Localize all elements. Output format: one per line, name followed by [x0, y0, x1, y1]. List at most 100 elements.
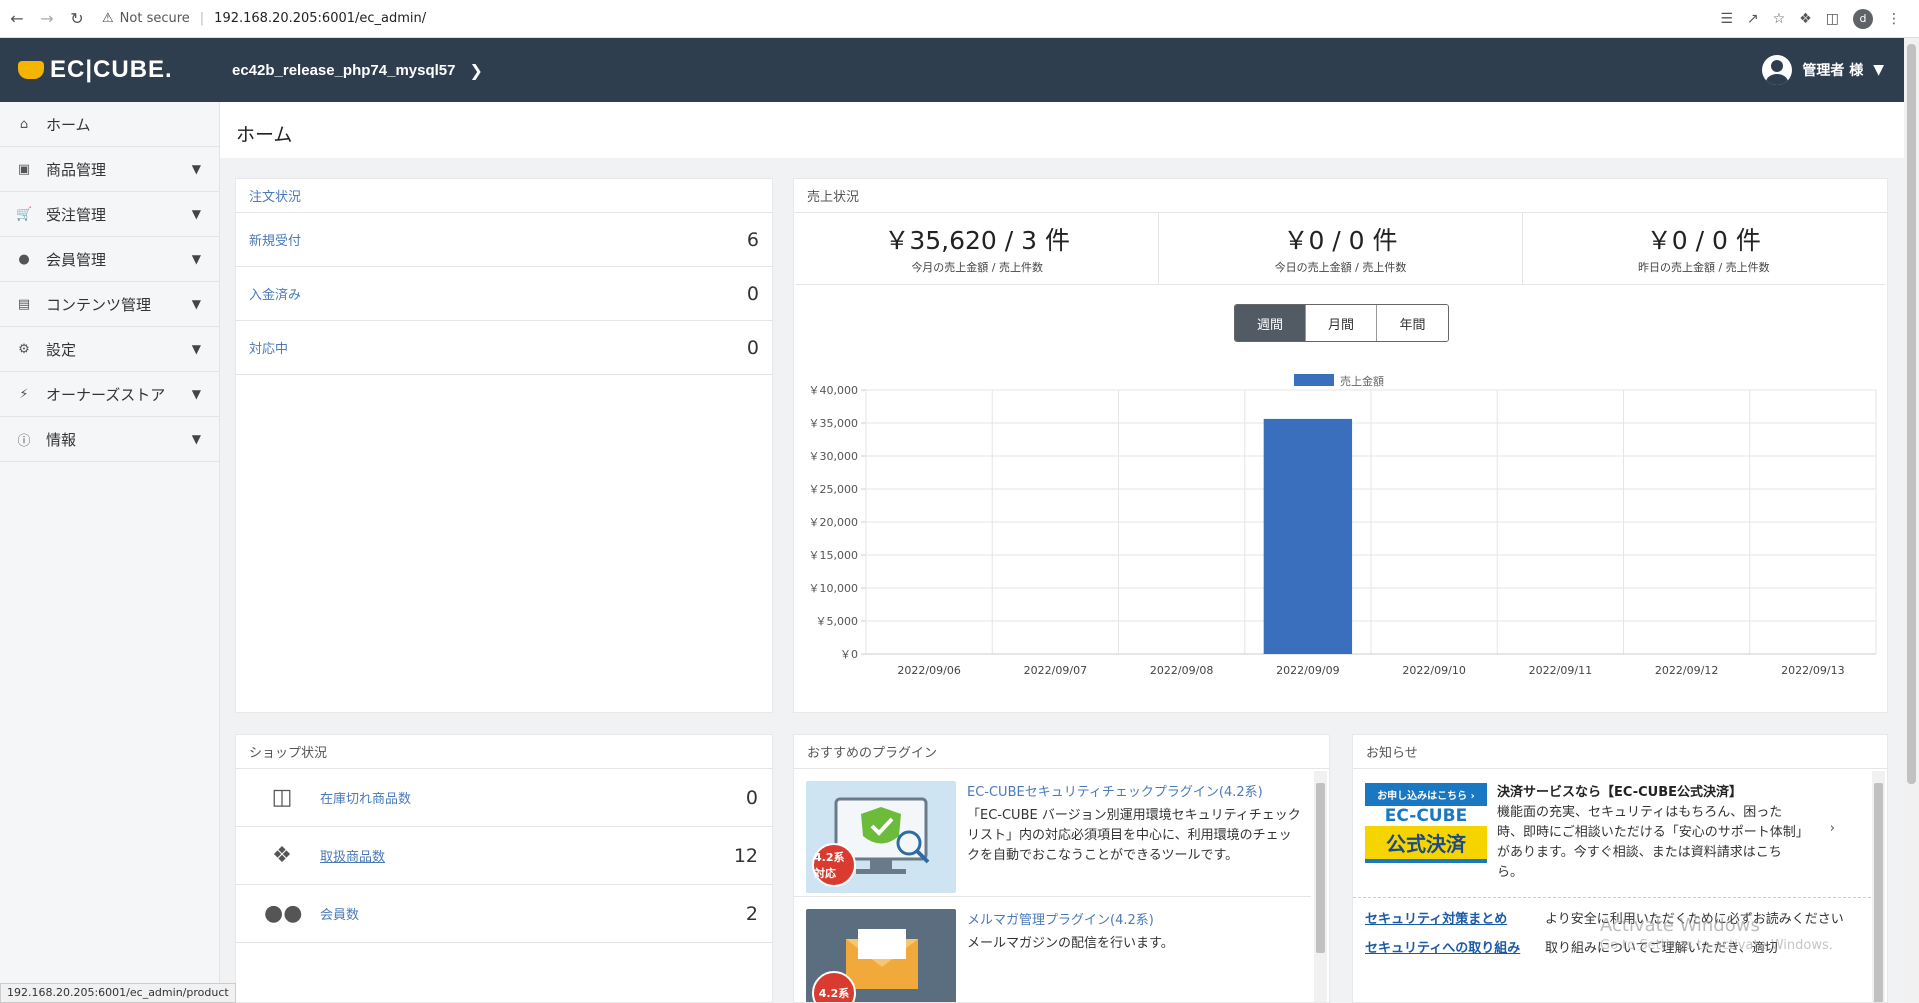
- forward-icon[interactable]: →: [34, 6, 60, 32]
- sidebar-item-owners-store[interactable]: ⚡ オーナーズストア ▼: [0, 372, 219, 417]
- sales-status-title: 売上状況: [794, 179, 1887, 213]
- order-row-in-progress[interactable]: 対応中 0: [236, 321, 772, 375]
- plugins-title: おすすめのプラグイン: [794, 735, 1329, 769]
- plug-icon: ⚡: [19, 386, 29, 402]
- period-toggle: 週間 月間 年間: [1234, 304, 1449, 342]
- plugin-desc: メールマガジンの配信を行います。: [967, 936, 1174, 951]
- home-icon: ⌂: [19, 116, 29, 132]
- users-icon: ●: [18, 251, 30, 267]
- news-link[interactable]: セキュリティへの取り組み: [1365, 937, 1545, 956]
- order-status-card: 注文状況 新規受付 6 入金済み 0 対応中 0: [235, 178, 773, 713]
- info-icon: ⓘ: [17, 433, 31, 449]
- y-tick-label: ￥0: [840, 648, 858, 661]
- user-avatar-icon: [1762, 55, 1793, 85]
- y-tick-label: ￥15,000: [809, 549, 859, 562]
- sidebar-item-info[interactable]: ⓘ 情報 ▼: [0, 417, 219, 462]
- share-icon[interactable]: ↗: [1747, 11, 1759, 27]
- plugins-scrollbar[interactable]: [1314, 771, 1327, 1002]
- news-scrollbar[interactable]: [1872, 771, 1885, 1002]
- sidepanel-icon[interactable]: ◫: [1826, 11, 1839, 27]
- news-link[interactable]: セキュリティ対策まとめ: [1365, 908, 1545, 927]
- shop-row-out-of-stock[interactable]: ◫ 在庫切れ商品数 0: [236, 769, 772, 827]
- inbox-icon: ◫: [271, 785, 293, 810]
- ec-cube-logo[interactable]: EC|CUBE.: [18, 56, 232, 84]
- period-yearly-button[interactable]: 年間: [1377, 305, 1448, 341]
- ec-cube-payment-banner[interactable]: お申し込みはこちら › EC-CUBE 公式決済: [1365, 783, 1487, 863]
- plugin-item[interactable]: 4.2系 対応 EC-CUBEセキュリティチェックプラグイン(4.2系) 「EC…: [794, 769, 1311, 897]
- box-icon: ▣: [17, 161, 31, 177]
- plugin-item[interactable]: 4.2系 メルマガ管理プラグイン(4.2系) メールマガジンの配信を行います。: [794, 897, 1311, 1002]
- y-tick-label: ￥5,000: [816, 615, 859, 628]
- chevron-down-icon: ▼: [191, 342, 201, 356]
- file-icon: ▤: [17, 296, 31, 312]
- sales-month: ￥35,620 / 3 件 今月の売上金額 / 売上件数: [796, 213, 1160, 284]
- page-title: ホーム: [236, 124, 293, 146]
- legend-label: 売上金額: [1340, 374, 1384, 388]
- back-icon[interactable]: ←: [4, 6, 30, 32]
- plugin-desc: 「EC-CUBE バージョン別運用環境セキュリティチェックリスト」内の対応必須項…: [967, 808, 1301, 863]
- profile-avatar[interactable]: d: [1853, 8, 1873, 29]
- crown-icon: [18, 61, 44, 79]
- sidebar-item-products[interactable]: ▣ 商品管理 ▼: [0, 147, 219, 192]
- page-scrollbar[interactable]: [1904, 38, 1919, 1003]
- sidebar-item-content[interactable]: ▤ コンテンツ管理 ▼: [0, 282, 219, 327]
- reload-icon[interactable]: ↻: [64, 6, 90, 32]
- period-weekly-button[interactable]: 週間: [1235, 305, 1306, 341]
- chevron-down-icon: ▼: [191, 432, 201, 446]
- order-row-paid[interactable]: 入金済み 0: [236, 267, 772, 321]
- news-item-body: 機能面の充実、セキュリティはもちろん、困った時、即時にご相談いただける「安心のサ…: [1497, 805, 1803, 880]
- shop-status-title: ショップ状況: [236, 735, 772, 769]
- extensions-icon[interactable]: ❖: [1799, 11, 1812, 27]
- bar: [1263, 418, 1353, 654]
- sidebar-item-customers[interactable]: ● 会員管理 ▼: [0, 237, 219, 282]
- x-tick-label: 2022/09/09: [1276, 664, 1339, 677]
- cubes-icon: ❖: [272, 843, 292, 868]
- x-tick-label: 2022/09/06: [897, 664, 960, 677]
- shop-name-link[interactable]: ec42b_release_php74_mysql57: [232, 62, 455, 79]
- warning-icon: ⚠: [102, 11, 114, 26]
- chevron-down-icon: ▼: [1873, 62, 1884, 78]
- x-tick-label: 2022/09/10: [1402, 664, 1465, 677]
- chevron-down-icon: ▼: [191, 387, 201, 401]
- windows-watermark-sub: Go to Settings to activate Windows.: [1600, 938, 1833, 953]
- sidebar-item-settings[interactable]: ⚙ 設定 ▼: [0, 327, 219, 372]
- shop-row-customers[interactable]: ●● 会員数 2: [236, 885, 772, 943]
- windows-watermark: Activate Windows: [1600, 915, 1760, 936]
- shop-row-products[interactable]: ❖ 取扱商品数 12: [236, 827, 772, 885]
- chevron-down-icon: ▼: [191, 252, 201, 266]
- order-status-title: 注文状況: [236, 179, 772, 213]
- news-title: お知らせ: [1353, 735, 1887, 769]
- news-card: お知らせ お申し込みはこちら › EC-CUBE 公式決済 決済サービスなら【E…: [1352, 734, 1888, 1003]
- mailmagazine-plugin-image[interactable]: 4.2系: [806, 909, 956, 1002]
- status-bar-url: 192.168.20.205:6001/ec_admin/product: [0, 983, 236, 1003]
- news-item[interactable]: お申し込みはこちら › EC-CUBE 公式決済 決済サービスなら【EC-CUB…: [1353, 769, 1871, 898]
- admin-user-menu[interactable]: 管理者 様 ▼: [1762, 55, 1884, 85]
- admin-name: 管理者 様: [1802, 63, 1864, 79]
- period-monthly-button[interactable]: 月間: [1306, 305, 1377, 341]
- y-tick-label: ￥30,000: [809, 450, 859, 463]
- star-icon[interactable]: ☆: [1773, 11, 1786, 27]
- y-tick-label: ￥10,000: [809, 582, 859, 595]
- chevron-down-icon: ▼: [191, 207, 201, 221]
- menu-icon[interactable]: ⋮: [1887, 11, 1901, 27]
- version-badge: 4.2系 対応: [812, 843, 856, 887]
- gear-icon: ⚙: [18, 341, 30, 357]
- plugin-title[interactable]: EC-CUBEセキュリティチェックプラグイン(4.2系): [967, 781, 1301, 800]
- translate-icon[interactable]: ☰: [1720, 11, 1733, 27]
- sidebar: ⌂ ホーム ▣ 商品管理 ▼ 🛒 受注管理 ▼ ● 会員管理 ▼ ▤ コンテンツ…: [0, 102, 220, 1003]
- sidebar-item-home[interactable]: ⌂ ホーム: [0, 102, 219, 147]
- shop-status-card: ショップ状況 ◫ 在庫切れ商品数 0 ❖ 取扱商品数 12 ●● 会員数 2: [235, 734, 773, 1003]
- y-tick-label: ￥40,000: [809, 384, 859, 397]
- sidebar-item-orders[interactable]: 🛒 受注管理 ▼: [0, 192, 219, 237]
- x-tick-label: 2022/09/07: [1024, 664, 1087, 677]
- chevron-down-icon: ▼: [191, 162, 201, 176]
- x-tick-label: 2022/09/08: [1150, 664, 1213, 677]
- order-row-new[interactable]: 新規受付 6: [236, 213, 772, 267]
- security-plugin-image[interactable]: 4.2系 対応: [806, 781, 956, 893]
- chevron-right-icon[interactable]: ❯: [469, 61, 482, 80]
- address-bar[interactable]: ⚠ Not secure | 192.168.20.205:6001/ec_ad…: [102, 5, 1720, 33]
- url-text[interactable]: 192.168.20.205:6001/ec_admin/: [214, 11, 426, 26]
- legend-swatch: [1294, 374, 1334, 386]
- chevron-right-icon[interactable]: ›: [1830, 821, 1835, 836]
- plugin-title[interactable]: メルマガ管理プラグイン(4.2系): [967, 909, 1174, 928]
